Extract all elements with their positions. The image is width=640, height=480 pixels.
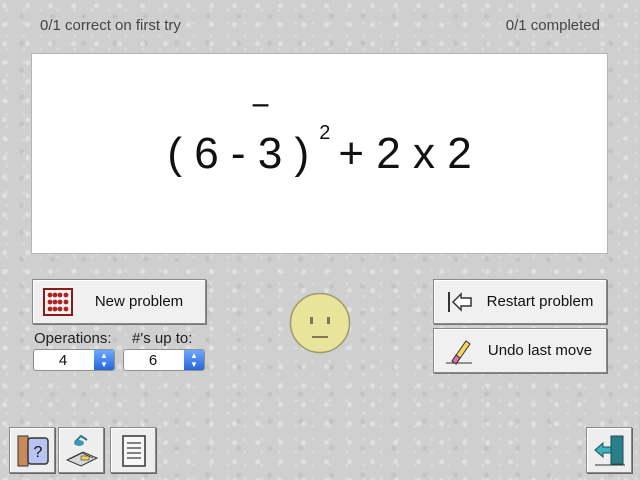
restart-arrow-icon (448, 292, 472, 312)
undo-last-move-button[interactable]: Undo last move (433, 328, 607, 373)
number-2-second[interactable]: 2 (447, 129, 471, 179)
numbers-up-to-value: 6 (148, 352, 158, 369)
operations-value: 4 (58, 352, 68, 369)
notes-button[interactable] (110, 427, 156, 473)
neutral-face-icon (289, 292, 351, 354)
negative-sign: ‾ (253, 100, 268, 145)
abacus-icon (43, 288, 73, 316)
restart-problem-button[interactable]: Restart problem (433, 279, 607, 324)
chevron-up-down-icon: ▲ ▼ (184, 350, 204, 370)
notes-icon (122, 435, 146, 467)
help-button[interactable]: ? (9, 427, 55, 473)
problem-panel: ( 6 - ‾ 3 ) 2 + 2 x 2 (31, 53, 608, 254)
restart-problem-label: Restart problem (486, 293, 594, 310)
eraser-icon (446, 340, 472, 365)
negative-number-3[interactable]: ‾ 3 (254, 103, 282, 179)
help-icon: ? (17, 435, 49, 467)
lesson-button[interactable] (58, 427, 104, 473)
number-2-first[interactable]: 2 (376, 129, 400, 179)
svg-text:?: ? (34, 444, 43, 461)
operations-select[interactable]: 4 ▲ ▼ (33, 349, 115, 371)
number-6[interactable]: 6 (194, 129, 218, 179)
new-problem-label: New problem (94, 293, 184, 310)
exit-button[interactable] (586, 427, 632, 473)
exit-door-icon (594, 435, 625, 466)
undo-last-move-label: Undo last move (487, 342, 593, 359)
first-try-score: 0/1 correct on first try (40, 17, 181, 34)
minus-operator[interactable]: - (231, 129, 246, 179)
times-operator[interactable]: x (413, 129, 435, 179)
lesson-icon (65, 434, 99, 467)
operations-label: Operations: (34, 330, 112, 347)
chevron-up-down-icon: ▲ ▼ (94, 350, 114, 370)
math-expression: ( 6 - ‾ 3 ) 2 + 2 x 2 (32, 54, 607, 253)
numbers-up-to-label: #'s up to: (132, 330, 193, 347)
open-paren[interactable]: ( (167, 129, 182, 179)
exponent[interactable]: 2 (319, 122, 330, 145)
completed-count: 0/1 completed (505, 17, 600, 34)
numbers-up-to-select[interactable]: 6 ▲ ▼ (123, 349, 205, 371)
plus-operator[interactable]: + (338, 129, 364, 179)
close-paren[interactable]: ) (295, 129, 310, 179)
new-problem-button[interactable]: New problem (32, 279, 206, 324)
